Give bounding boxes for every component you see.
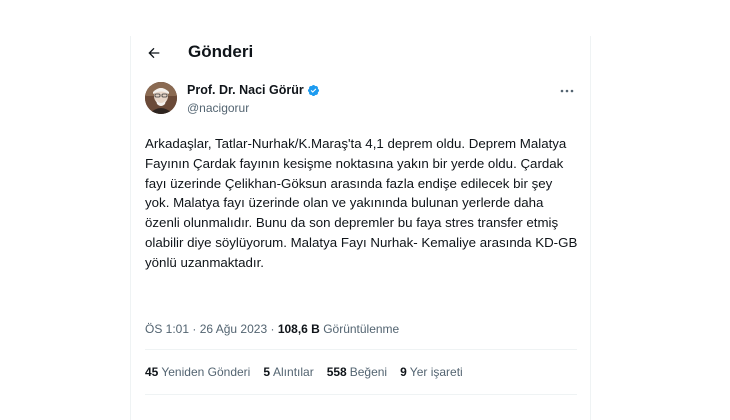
page-header: Gönderi — [131, 36, 590, 70]
page-title: Gönderi — [188, 42, 254, 61]
more-dots-icon — [560, 89, 574, 93]
divider — [145, 394, 577, 395]
views-count: 108,6 B — [277, 322, 320, 336]
meta-separator: · — [270, 322, 275, 336]
tweet-detail-column: Gönderi Prof. Dr. Naci Görür @nacigorur … — [130, 36, 591, 420]
retweets-count: 45 — [145, 365, 159, 379]
quotes-label: Alıntılar — [273, 365, 314, 379]
tweet-date[interactable]: 26 Ağu 2023 — [200, 322, 267, 336]
engagement-stats: 45 Yeniden Gönderi 5 Alıntılar 558 Beğeni 9… — [145, 364, 476, 380]
bookmarks-stat[interactable]: 9 Yer işareti — [400, 364, 463, 380]
quotes-stat[interactable]: 5 Alıntılar — [263, 364, 313, 380]
quotes-count: 5 — [263, 365, 271, 379]
author-info: Prof. Dr. Naci Görür @nacigorur — [187, 82, 320, 116]
likes-label: Beğeni — [349, 365, 388, 379]
tweet-text: Arkadaşlar, Tatlar-Nurhak/K.Maraş'ta 4,1… — [145, 136, 578, 270]
back-button[interactable] — [143, 42, 165, 64]
arrow-left-icon — [148, 47, 160, 59]
views-label: Görüntülenme — [323, 322, 400, 336]
verified-badge-icon[interactable] — [307, 84, 320, 97]
more-options-button[interactable] — [557, 82, 577, 100]
avatar[interactable] — [145, 82, 177, 114]
retweets-stat[interactable]: 45 Yeniden Gönderi — [145, 364, 250, 380]
meta-separator: · — [192, 322, 197, 336]
author-handle[interactable]: @nacigorur — [187, 100, 320, 116]
divider — [145, 349, 577, 350]
tweet-meta: ÖS 1:01 · 26 Ağu 2023 · 108,6 B Görüntül… — [145, 321, 399, 337]
retweets-label: Yeniden Gönderi — [161, 365, 251, 379]
likes-stat[interactable]: 558 Beğeni — [327, 364, 387, 380]
likes-count: 558 — [326, 365, 347, 379]
tweet-author: Prof. Dr. Naci Görür @nacigorur — [145, 82, 577, 122]
tweet-time[interactable]: ÖS 1:01 — [145, 322, 189, 336]
bookmarks-count: 9 — [400, 365, 407, 379]
author-display-name[interactable]: Prof. Dr. Naci Görür — [187, 82, 304, 99]
bookmarks-label: Yer işareti — [409, 365, 463, 379]
